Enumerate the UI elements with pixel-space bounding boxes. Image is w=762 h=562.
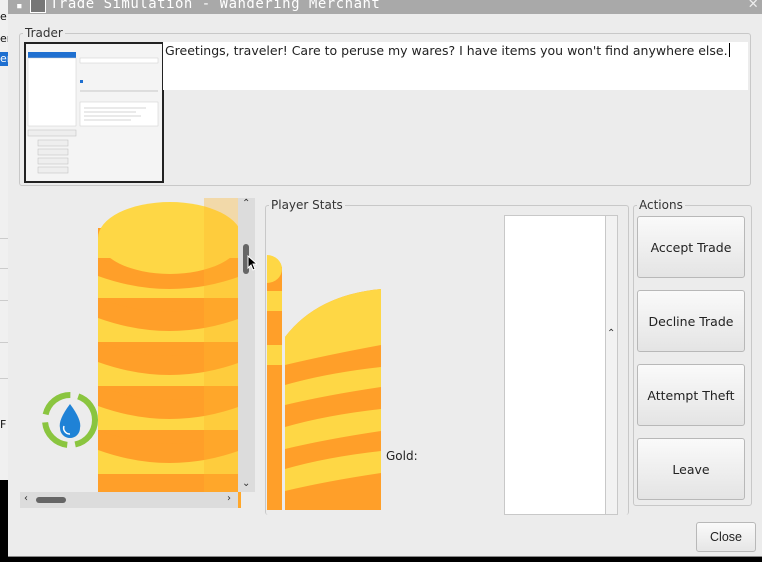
trader-legend: Trader <box>25 26 63 40</box>
coin-stack-image <box>267 255 381 510</box>
close-icon[interactable]: ✕ <box>748 0 758 11</box>
merchant-image-scrollpane[interactable] <box>20 198 255 508</box>
text-caret <box>728 43 730 57</box>
horizontal-scroll-thumb[interactable] <box>36 497 66 503</box>
gold-label: Gold: <box>386 449 418 463</box>
actions-legend: Actions <box>639 198 683 212</box>
window-title: Trade Simulation - Wandering Merchant <box>50 0 381 12</box>
trade-dialog: ▪ Trade Simulation - Wandering Merchant … <box>8 0 762 557</box>
trader-portrait-thumbnail <box>24 42 164 183</box>
scroll-down-arrow-icon[interactable]: ⌄ <box>242 478 250 489</box>
attempt-theft-button[interactable]: Attempt Theft <box>637 364 745 426</box>
app-icon <box>30 0 46 13</box>
window-menu-icon[interactable]: ▪ <box>16 0 23 13</box>
scroll-left-arrow-icon[interactable]: ‹ <box>24 493 28 504</box>
player-stats-legend: Player Stats <box>271 198 343 212</box>
background-text-fragment: F <box>0 418 7 431</box>
greeting-text: Greetings, traveler! Care to peruse my w… <box>165 43 728 58</box>
image-horizontal-scrollbar[interactable]: ‹ › <box>20 492 238 508</box>
eco-water-icon <box>42 392 98 448</box>
greeting-text-area[interactable]: Greetings, traveler! Care to peruse my w… <box>163 42 748 90</box>
scroll-up-arrow-icon[interactable]: ⌃ <box>607 328 615 339</box>
image-vertical-scrollbar[interactable]: ⌃ ⌄ <box>238 198 255 492</box>
leave-button[interactable]: Leave <box>637 438 745 500</box>
coin-stack-image <box>42 198 241 508</box>
title-bar[interactable]: ▪ Trade Simulation - Wandering Merchant … <box>8 0 762 14</box>
background-text-fragment: e <box>0 10 7 23</box>
player-inventory-list[interactable] <box>504 215 607 515</box>
accept-trade-button[interactable]: Accept Trade <box>637 216 745 278</box>
scroll-right-arrow-icon[interactable]: › <box>227 493 231 504</box>
scroll-up-arrow-icon[interactable]: ⌃ <box>242 198 250 209</box>
inventory-scrollbar[interactable]: ⌃ <box>605 215 618 515</box>
decline-trade-button[interactable]: Decline Trade <box>637 290 745 352</box>
mouse-cursor-icon <box>247 255 257 271</box>
close-button[interactable]: Close <box>696 522 756 552</box>
